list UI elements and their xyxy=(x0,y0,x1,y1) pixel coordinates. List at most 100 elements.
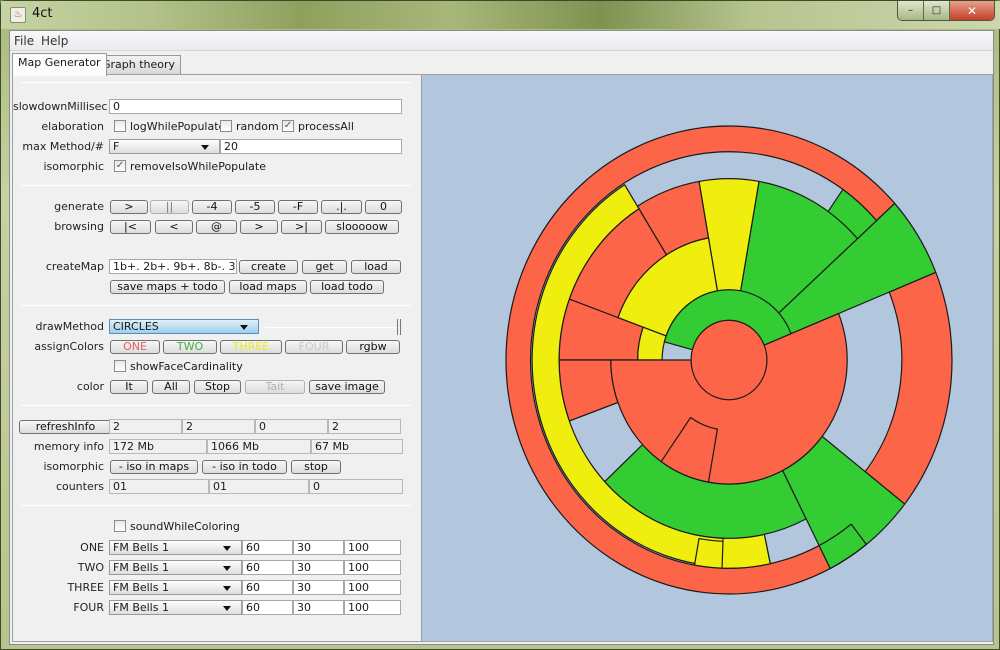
remove-iso-checkbox[interactable]: ✓ xyxy=(114,160,126,172)
menu-file[interactable]: File xyxy=(14,34,34,48)
sound-param-1[interactable]: 60 xyxy=(242,580,293,595)
load-maps-button[interactable]: load maps xyxy=(229,280,307,294)
draw-slider-track[interactable] xyxy=(265,327,399,328)
save-maps-todo-button[interactable]: save maps + todo xyxy=(110,280,225,294)
separator xyxy=(21,82,411,83)
counter-2: 01 xyxy=(209,479,309,494)
generate-pause-button[interactable]: || xyxy=(150,200,189,214)
counter-1: 01 xyxy=(109,479,209,494)
memory-free: 67 Mb xyxy=(311,439,403,454)
sound-param-2[interactable]: 30 xyxy=(293,560,344,575)
sound-param-1[interactable]: 60 xyxy=(242,540,293,555)
random-checkbox[interactable] xyxy=(220,120,232,132)
app-window: ♨ 4ct – □ ✕ File Help Map Generator Grap… xyxy=(0,0,1000,650)
create-map-label: createMap xyxy=(45,260,104,273)
chevron-down-icon xyxy=(240,325,248,330)
memory-info-label: memory info xyxy=(33,440,104,453)
counter-3: 0 xyxy=(309,479,403,494)
sound-param-2[interactable]: 30 xyxy=(293,600,344,615)
sound-while-coloring-checkbox[interactable] xyxy=(114,520,126,532)
window-controls: – □ ✕ xyxy=(897,1,995,21)
load-button[interactable]: load xyxy=(351,260,401,274)
log-while-populate-checkbox[interactable] xyxy=(114,120,126,132)
max-count-input[interactable]: 20 xyxy=(220,139,402,154)
sound-row-label: FOUR xyxy=(73,601,104,614)
create-button[interactable]: create xyxy=(239,260,298,274)
generate-start-button[interactable]: > xyxy=(110,200,148,214)
assign-two-button[interactable]: TWO xyxy=(163,340,217,354)
browse-last-button[interactable]: >| xyxy=(281,220,322,234)
assign-four-button[interactable]: FOUR xyxy=(285,340,343,354)
sound-param-3[interactable]: 100 xyxy=(344,580,401,595)
menu-bar: File Help xyxy=(10,31,993,51)
draw-method-select[interactable]: CIRCLES xyxy=(109,319,259,334)
browse-current-button[interactable]: @ xyxy=(196,220,237,234)
sound-row-label: TWO xyxy=(77,561,104,574)
assign-rgbw-button[interactable]: rgbw xyxy=(346,340,400,354)
sound-instrument-select[interactable]: FM Bells 1 xyxy=(109,560,242,575)
create-map-input[interactable]: 1b+. 2b+. 9b+. 8b-. 3b-. xyxy=(109,259,237,274)
load-todo-button[interactable]: load todo xyxy=(310,280,384,294)
tab-graph-theory[interactable]: Graph theory xyxy=(96,55,182,75)
sound-instrument-select[interactable]: FM Bells 1 xyxy=(109,600,242,615)
info-value-1: 2 xyxy=(109,419,182,434)
log-while-populate-label: logWhilePopulate xyxy=(130,120,226,133)
chevron-down-icon xyxy=(223,586,231,591)
generate-minusF-button[interactable]: -F xyxy=(278,200,318,214)
sound-param-3[interactable]: 100 xyxy=(344,560,401,575)
process-all-checkbox[interactable]: ✓ xyxy=(282,120,294,132)
browse-next-button[interactable]: > xyxy=(240,220,278,234)
maximize-button[interactable]: □ xyxy=(924,1,950,20)
generate-dot-button[interactable]: .|. xyxy=(321,200,362,214)
sound-row-label: ONE xyxy=(80,541,104,554)
map-canvas[interactable] xyxy=(421,74,993,642)
slowdown-label: slowdownMillisec xyxy=(13,100,108,113)
iso-in-maps-button[interactable]: - iso in maps xyxy=(110,460,198,474)
color-it-button[interactable]: It xyxy=(110,380,148,394)
draw-method-value: CIRCLES xyxy=(113,320,159,333)
color-tait-button[interactable]: Tait xyxy=(245,380,305,394)
sound-instrument-select[interactable]: FM Bells 1 xyxy=(109,540,242,555)
save-image-button[interactable]: save image xyxy=(309,380,385,394)
browse-first-button[interactable]: |< xyxy=(110,220,151,234)
sound-param-2[interactable]: 30 xyxy=(293,580,344,595)
get-button[interactable]: get xyxy=(302,260,347,274)
assign-one-button[interactable]: ONE xyxy=(110,340,160,354)
assign-three-button[interactable]: THREE xyxy=(220,340,282,354)
close-button[interactable]: ✕ xyxy=(950,1,994,20)
info-value-4: 2 xyxy=(328,419,401,434)
client-area: File Help Map Generator Graph theory slo… xyxy=(9,30,994,645)
sound-param-2[interactable]: 30 xyxy=(293,540,344,555)
slowdown-input[interactable]: 0 xyxy=(109,99,402,114)
draw-slider-thumb[interactable] xyxy=(397,319,401,335)
minimize-button[interactable]: – xyxy=(898,1,924,20)
sound-param-3[interactable]: 100 xyxy=(344,540,401,555)
iso-stop-button[interactable]: stop xyxy=(291,460,341,474)
iso-in-todo-button[interactable]: - iso in todo xyxy=(202,460,287,474)
map-face-left-red-lower xyxy=(558,359,619,422)
counters-label: counters xyxy=(55,480,104,493)
max-method-select[interactable]: F xyxy=(109,139,220,154)
browse-prev-button[interactable]: < xyxy=(155,220,193,234)
generate-zero-button[interactable]: 0 xyxy=(365,200,402,214)
tab-map-generator[interactable]: Map Generator xyxy=(12,53,107,76)
menu-help[interactable]: Help xyxy=(41,34,68,48)
sound-instrument-select[interactable]: FM Bells 1 xyxy=(109,580,242,595)
sound-param-1[interactable]: 60 xyxy=(242,600,293,615)
color-all-button[interactable]: All xyxy=(152,380,190,394)
map-generator-panel: slowdownMillisec 0 elaboration logWhileP… xyxy=(12,74,422,642)
random-label: random xyxy=(236,120,279,133)
sound-param-3[interactable]: 100 xyxy=(344,600,401,615)
generate-minus4-button[interactable]: -4 xyxy=(192,200,232,214)
color-stop-button[interactable]: Stop xyxy=(194,380,241,394)
info-value-3: 0 xyxy=(255,419,328,434)
refresh-info-button[interactable]: refreshInfo xyxy=(19,420,112,434)
title-bar[interactable]: ♨ 4ct – □ ✕ xyxy=(1,1,1000,29)
sound-param-1[interactable]: 60 xyxy=(242,560,293,575)
generate-minus5-button[interactable]: -5 xyxy=(235,200,275,214)
browse-slow-button[interactable]: slooooow xyxy=(325,220,399,234)
show-face-cardinality-checkbox[interactable] xyxy=(114,360,126,372)
browsing-label: browsing xyxy=(54,220,104,233)
elaboration-label: elaboration xyxy=(41,120,104,133)
sound-instrument-value: FM Bells 1 xyxy=(113,541,169,554)
